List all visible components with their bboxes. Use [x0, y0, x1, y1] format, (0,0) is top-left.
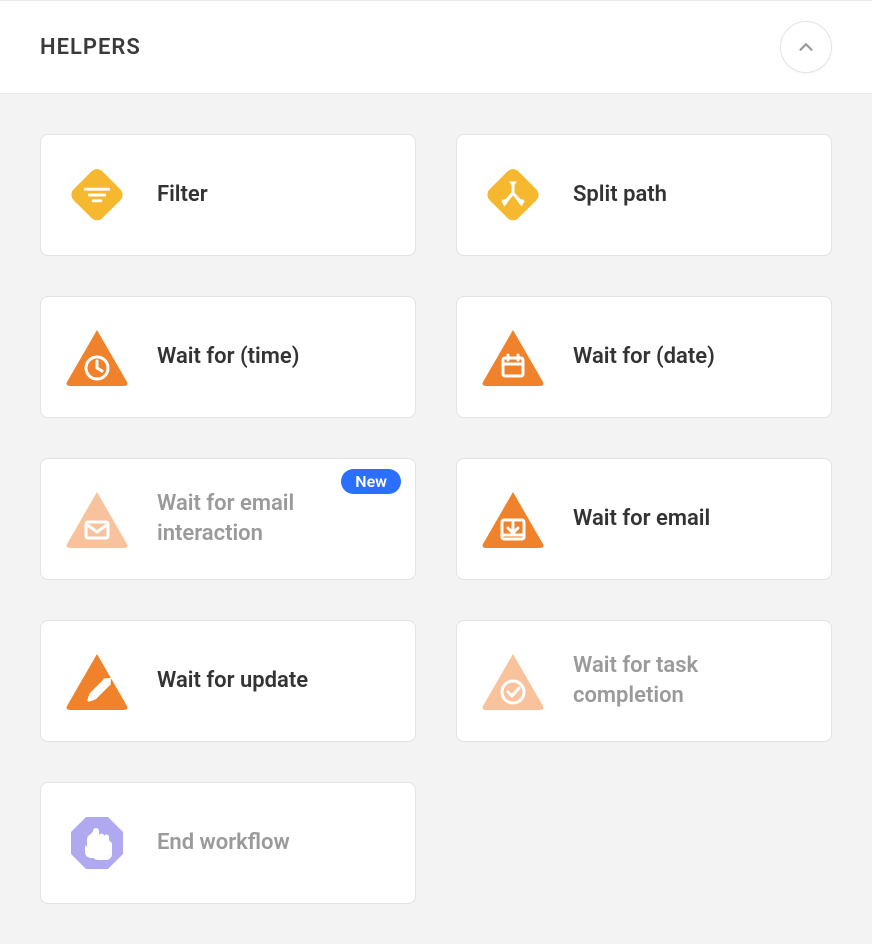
new-badge: New	[341, 469, 401, 494]
card-end-workflow[interactable]: End workflow	[40, 782, 416, 904]
card-wait-for-task-completion[interactable]: Wait for task completion	[456, 620, 832, 742]
section-title: HELPERS	[40, 35, 141, 60]
collapse-toggle[interactable]	[780, 21, 832, 73]
card-filter[interactable]: Filter	[40, 134, 416, 256]
card-label: Wait for email interaction	[157, 489, 391, 548]
chevron-up-icon	[795, 36, 817, 58]
card-split-path[interactable]: Split path	[456, 134, 832, 256]
card-wait-for-update[interactable]: Wait for update	[40, 620, 416, 742]
card-label: End workflow	[157, 828, 290, 858]
card-label: Wait for email	[573, 504, 710, 534]
helpers-grid: Filter	[0, 94, 872, 944]
wait-time-icon	[65, 325, 129, 389]
wait-update-icon	[65, 649, 129, 713]
helpers-section-header: HELPERS	[0, 0, 872, 94]
card-label: Wait for (date)	[573, 342, 715, 372]
card-wait-for-date[interactable]: Wait for (date)	[456, 296, 832, 418]
wait-email-icon	[481, 487, 545, 551]
card-label: Filter	[157, 180, 208, 210]
wait-date-icon	[481, 325, 545, 389]
split-path-icon	[481, 163, 545, 227]
card-wait-for-time[interactable]: Wait for (time)	[40, 296, 416, 418]
card-label: Wait for update	[157, 666, 308, 696]
end-workflow-icon	[65, 811, 129, 875]
card-wait-for-email[interactable]: Wait for email	[456, 458, 832, 580]
card-wait-for-email-interaction[interactable]: New Wait for email interaction	[40, 458, 416, 580]
card-label: Wait for (time)	[157, 342, 299, 372]
card-label: Split path	[573, 180, 667, 210]
card-label: Wait for task completion	[573, 651, 807, 710]
wait-task-completion-icon	[481, 649, 545, 713]
wait-email-interaction-icon	[65, 487, 129, 551]
filter-icon	[65, 163, 129, 227]
